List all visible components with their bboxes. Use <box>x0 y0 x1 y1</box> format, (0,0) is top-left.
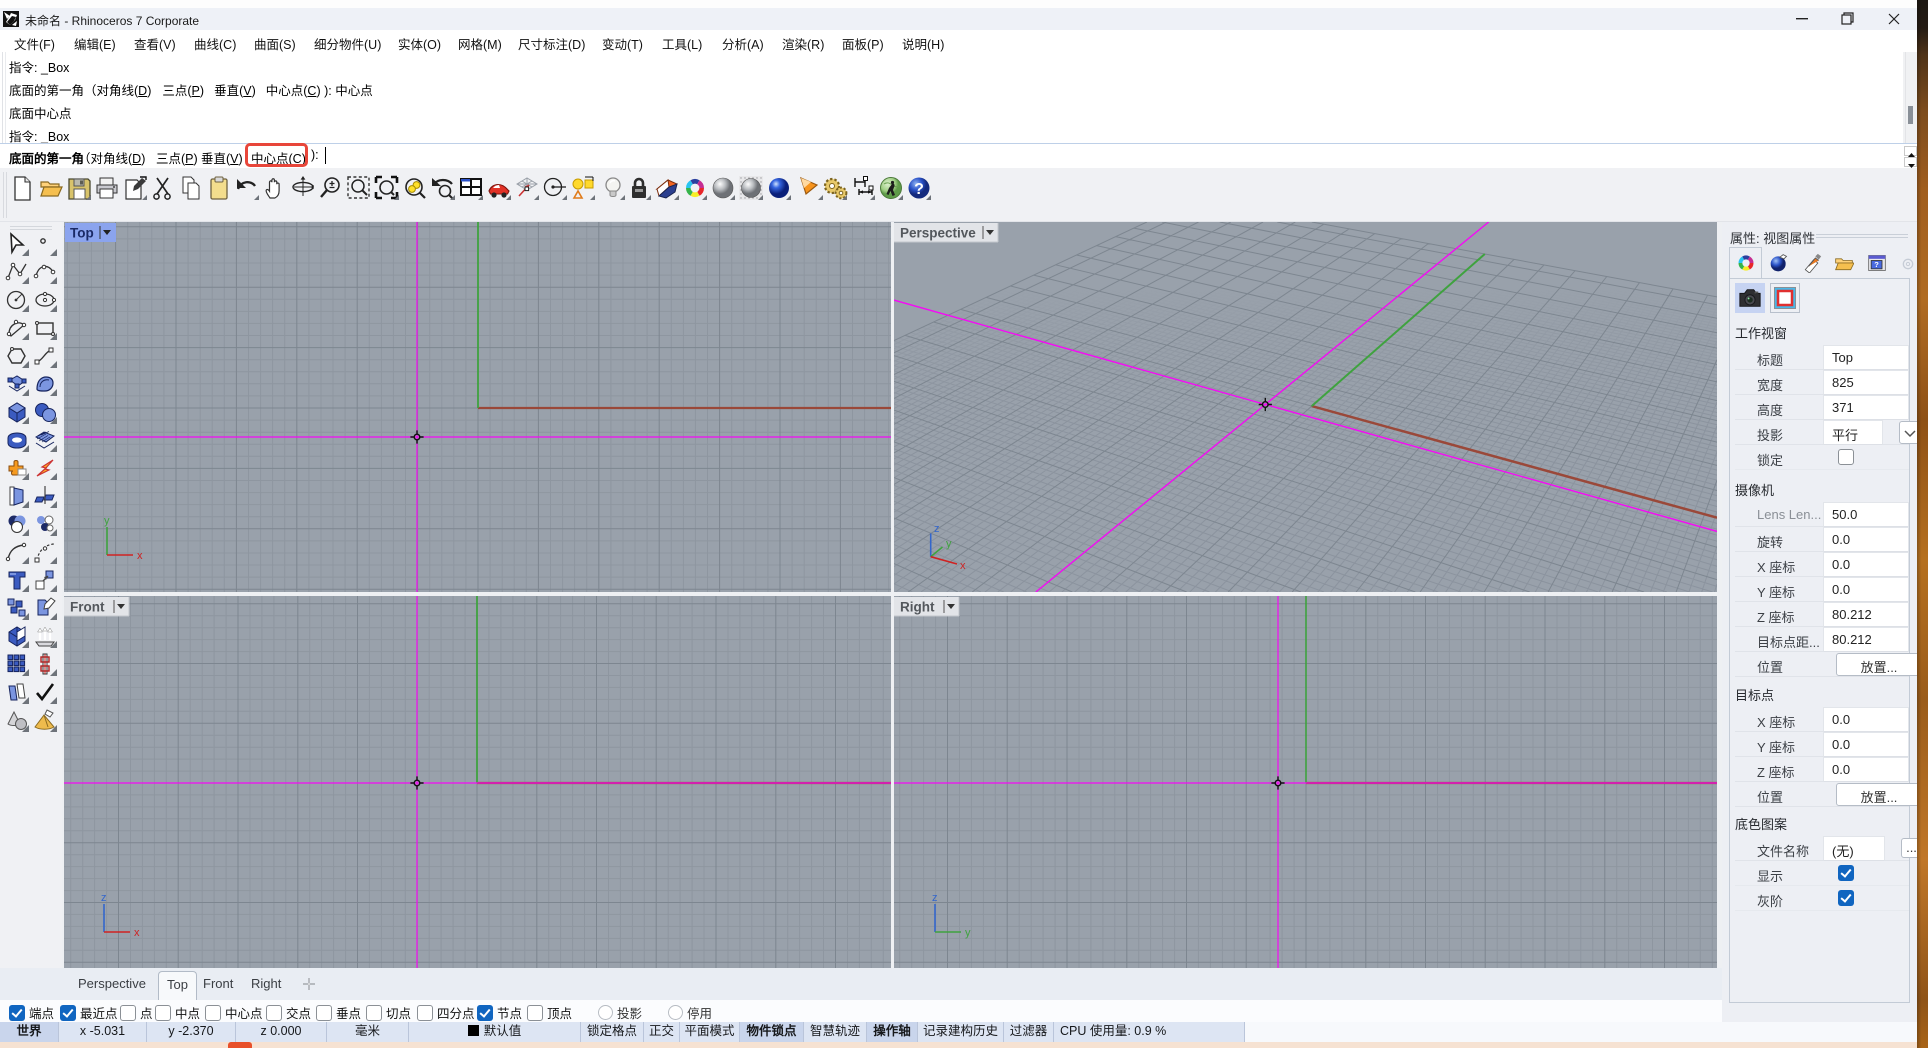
svg-text:?: ? <box>1874 260 1879 269</box>
svg-text:Right: Right <box>900 600 935 615</box>
svg-text:z: z <box>101 892 107 904</box>
svg-text:Perspective: Perspective <box>900 226 976 241</box>
svg-text:y: y <box>946 538 952 550</box>
svg-text:x: x <box>134 927 140 939</box>
svg-text:x: x <box>960 560 966 572</box>
svg-text:Top: Top <box>70 226 94 241</box>
svg-text:z: z <box>934 523 940 535</box>
svg-text:?: ? <box>914 181 924 198</box>
svg-text:z: z <box>932 892 938 904</box>
svg-text:y: y <box>104 515 110 527</box>
svg-text:y: y <box>965 927 971 939</box>
svg-text:x: x <box>137 550 143 562</box>
svg-text:Front: Front <box>70 600 105 615</box>
